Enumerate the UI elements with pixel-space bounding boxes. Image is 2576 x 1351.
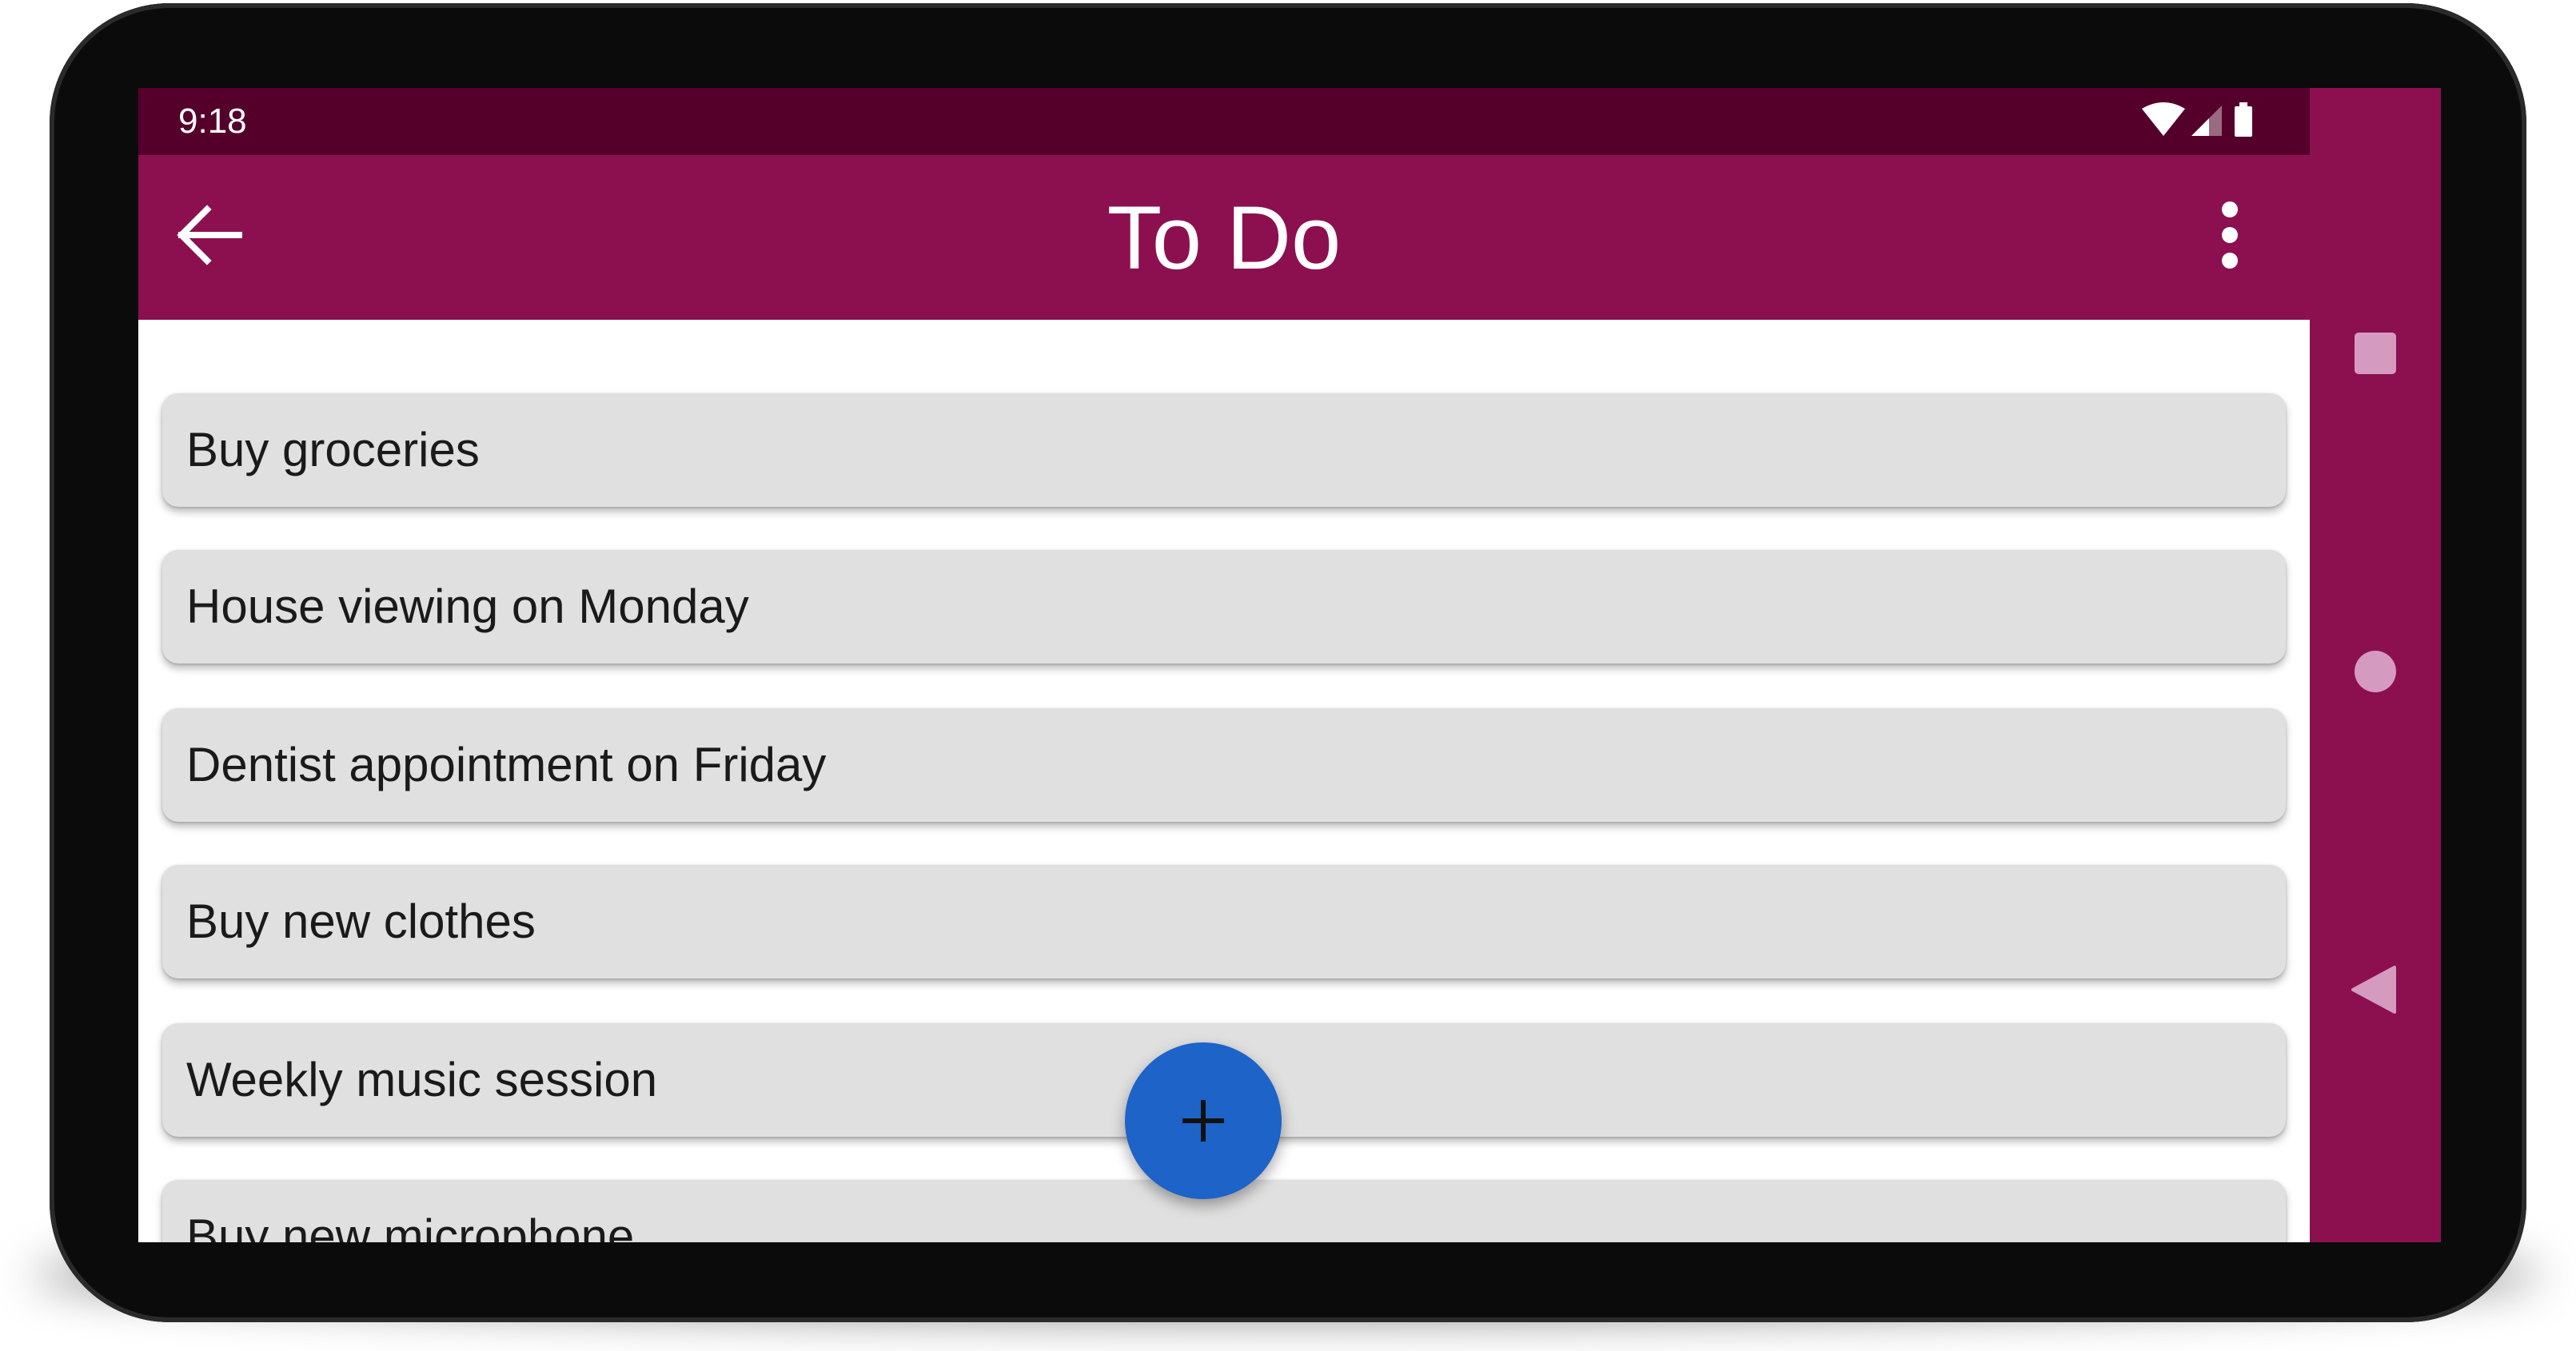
device-screen: 9:18 To Do Buy groceries House viewing o… [138,88,2441,1242]
arrow-back-icon [177,205,242,265]
todo-item[interactable]: Dentist appointment on Friday [162,708,2286,822]
home-button[interactable] [2335,632,2415,711]
recents-square-icon [2355,333,2396,374]
todo-item-label: House viewing on Monday [186,580,749,633]
overflow-menu-button[interactable] [2198,195,2262,275]
system-back-button[interactable] [2335,950,2415,1030]
back-button[interactable] [170,195,250,275]
battery-icon [2235,102,2252,137]
status-bar: 9:18 [138,88,2310,155]
home-circle-icon [2355,651,2396,692]
add-todo-button[interactable] [1125,1042,1282,1199]
wifi-icon [2142,102,2185,136]
page-title: To Do [1107,188,1342,288]
more-vert-icon [2222,201,2238,269]
cell-signal-icon [2191,106,2222,136]
todo-item-label: Buy new clothes [186,895,536,948]
status-icons [2142,101,2262,142]
todo-item-label: Buy groceries [186,423,480,476]
status-time: 9:18 [178,102,247,141]
todo-item[interactable]: Buy new clothes [162,865,2286,978]
todo-item[interactable]: House viewing on Monday [162,550,2286,664]
todo-item-label: Weekly music session [186,1053,658,1106]
todo-item-label: Dentist appointment on Friday [186,738,827,791]
todo-item[interactable]: Buy groceries [162,393,2286,507]
recents-button[interactable] [2335,313,2415,393]
app-bar: To Do [138,155,2310,320]
plus-icon [1182,1100,1224,1142]
todo-item-label: Buy new microphone [186,1210,635,1242]
system-nav-bar [2310,88,2441,1242]
back-triangle-icon [2351,966,2396,1014]
